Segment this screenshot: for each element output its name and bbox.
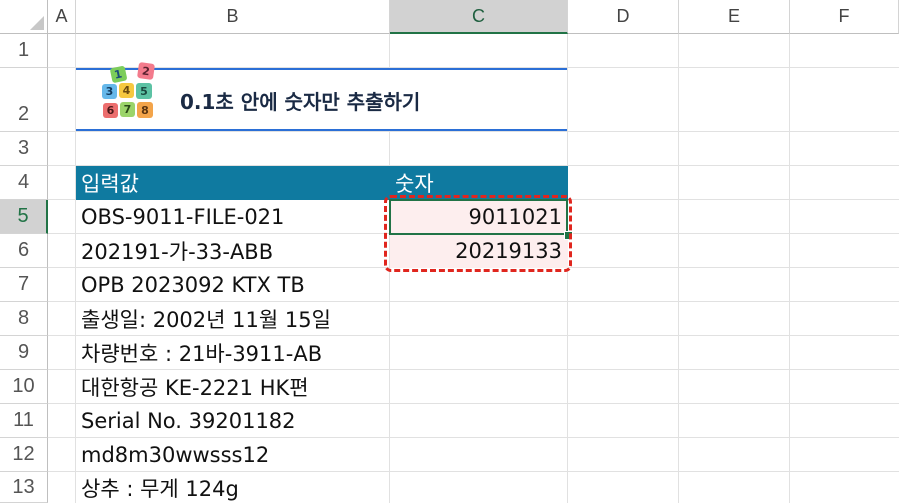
logo-digit-8: 8 [141,104,149,117]
logo-digit-5: 5 [140,85,148,98]
logo-digit-7: 7 [124,103,132,116]
row-header-2[interactable]: 2 [0,68,48,132]
row-header-5[interactable]: 5 [0,200,48,234]
column-header-c[interactable]: C [390,0,568,34]
row-header-1[interactable]: 1 [0,34,48,68]
gridline [678,34,679,503]
logo-digit-3: 3 [106,85,114,98]
input-cell[interactable]: 출생일: 2002년 11월 15일 [76,302,390,336]
spreadsheet-grid: A B C D E F 1 2 3 4 5 6 7 8 9 10 11 12 1… [0,0,899,503]
page-title: 0.1초 안에 숫자만 추출하기 [180,90,421,114]
number-blocks-logo: 1 2 3 4 5 6 7 8 [102,62,155,118]
column-header-f[interactable]: F [790,0,899,34]
select-all-button[interactable] [0,0,48,34]
input-cell[interactable]: 대한항공 KE-2221 HK편 [76,370,390,404]
gridline [789,34,790,503]
row-header-13[interactable]: 13 [0,472,48,503]
row-header-10[interactable]: 10 [0,370,48,404]
row-header-6[interactable]: 6 [0,234,48,268]
input-cell[interactable]: md8m30wwsss12 [76,438,390,472]
row-header-8[interactable]: 8 [0,302,48,336]
highlight-dashed-box [384,195,572,272]
input-cell[interactable]: OPB 2023092 KTX TB [76,268,390,302]
input-cell[interactable]: 상추 : 무게 124g [76,472,390,503]
column-header-e[interactable]: E [679,0,790,34]
row-header-4[interactable]: 4 [0,166,48,200]
input-cell[interactable]: 차량번호 : 21바-3911-AB [76,336,390,370]
row-header-7[interactable]: 7 [0,268,48,302]
column-header-a[interactable]: A [48,0,76,34]
gridline [48,131,899,132]
input-cell[interactable]: 202191-가-33-ABB [76,234,390,268]
row-header-9[interactable]: 9 [0,336,48,370]
column-header-d[interactable]: D [568,0,679,34]
row-header-3[interactable]: 3 [0,132,48,166]
row-header-11[interactable]: 11 [0,404,48,438]
row-header-12[interactable]: 12 [0,438,48,472]
input-cell[interactable]: OBS-9011-FILE-021 [76,200,390,234]
logo-digit-6: 6 [107,104,115,117]
column-header-b[interactable]: B [76,0,390,34]
logo-digit-4: 4 [123,84,131,97]
header-cell-input[interactable]: 입력값 [76,166,390,200]
input-cell[interactable]: Serial No. 39201182 [76,404,390,438]
